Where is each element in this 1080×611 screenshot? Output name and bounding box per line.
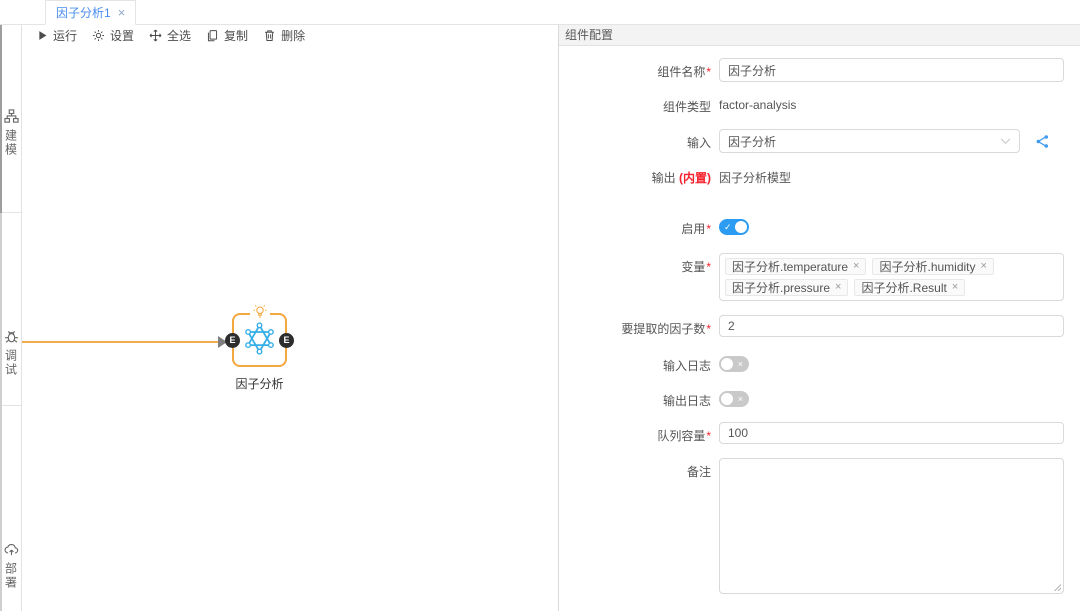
- variables-multiselect[interactable]: 因子分析.temperature × 因子分析.humidity × 因子分析.…: [719, 253, 1064, 301]
- move-icon: [149, 29, 162, 42]
- cloud-upload-icon: [4, 542, 19, 557]
- field-row-output: 输出 (内置) 因子分析模型: [559, 169, 1080, 186]
- copy-button[interactable]: 复制: [206, 27, 248, 44]
- app-window: 因子分析1 × 建模: [0, 0, 1080, 611]
- remove-tag-icon[interactable]: ×: [952, 282, 958, 293]
- variable-tag: 因子分析.humidity ×: [872, 258, 993, 275]
- cross-icon: ×: [738, 356, 743, 372]
- play-icon: [37, 30, 48, 41]
- sidebar-item-label: 调试: [3, 349, 20, 377]
- field-row-component-name: 组件名称*: [559, 58, 1080, 82]
- remove-tag-icon[interactable]: ×: [835, 282, 841, 293]
- variable-tag: 因子分析.temperature ×: [725, 258, 866, 275]
- output-port[interactable]: E: [279, 333, 294, 348]
- delete-button[interactable]: 删除: [263, 27, 305, 44]
- queue-capacity-input[interactable]: [719, 422, 1064, 444]
- chevron-down-icon: [1000, 138, 1011, 145]
- sidebar-item-label: 部署: [3, 562, 20, 590]
- remark-textarea[interactable]: [719, 458, 1064, 594]
- input-select-value: 因子分析: [728, 133, 776, 150]
- settings-button[interactable]: 设置: [92, 27, 134, 44]
- variable-tag: 因子分析.Result ×: [854, 279, 965, 296]
- sidebar-item-modeling[interactable]: 建模: [1, 109, 21, 157]
- field-row-enabled: 启用* ✓: [559, 217, 1080, 237]
- input-port[interactable]: E: [225, 333, 240, 348]
- component-type-value: factor-analysis: [719, 98, 796, 112]
- select-all-button[interactable]: 全选: [149, 27, 191, 44]
- tab-bar: 因子分析1 ×: [0, 0, 1080, 25]
- hexagram-network-icon: [242, 321, 277, 359]
- left-sidebar: 建模 调试 部署: [0, 25, 22, 611]
- canvas-toolbar: 运行 设置: [22, 25, 558, 46]
- sidebar-item-label: 建模: [3, 129, 20, 157]
- factor-count-input[interactable]: [719, 315, 1064, 337]
- field-row-component-type: 组件类型 factor-analysis: [559, 98, 1080, 115]
- node-label: 因子分析: [235, 375, 283, 392]
- tab-label: 因子分析1: [56, 4, 111, 21]
- copy-icon: [206, 29, 219, 42]
- share-icon[interactable]: [1035, 134, 1050, 149]
- field-row-output-log: 输出日志 ×: [559, 389, 1080, 409]
- field-row-factor-count: 要提取的因子数*: [559, 315, 1080, 337]
- field-row-input: 输入 因子分析: [559, 129, 1080, 153]
- input-log-toggle[interactable]: ×: [719, 356, 749, 372]
- flow-canvas[interactable]: E E 因子分析: [22, 46, 558, 611]
- field-row-input-log: 输入日志 ×: [559, 354, 1080, 374]
- lightbulb-icon: [250, 304, 270, 320]
- output-log-toggle[interactable]: ×: [719, 391, 749, 407]
- factor-analysis-node[interactable]: E E 因子分析: [232, 313, 287, 367]
- variable-tag: 因子分析.pressure ×: [725, 279, 848, 296]
- run-button[interactable]: 运行: [37, 27, 77, 44]
- output-value: 因子分析模型: [719, 169, 791, 186]
- input-select[interactable]: 因子分析: [719, 129, 1020, 153]
- component-name-input[interactable]: [719, 58, 1064, 82]
- sitemap-icon: [4, 109, 19, 124]
- bug-icon: [4, 329, 19, 344]
- flow-connection-line[interactable]: [22, 341, 219, 343]
- component-config-panel: 组件配置 组件名称* 组件类型 factor-analysis 输入: [558, 25, 1080, 611]
- sidebar-divider: [2, 405, 21, 406]
- field-row-variables: 变量* 因子分析.temperature × 因子分析.humidity ×: [559, 253, 1080, 301]
- gear-icon: [92, 29, 105, 42]
- remove-tag-icon[interactable]: ×: [853, 261, 859, 272]
- check-icon: ✓: [724, 219, 732, 235]
- tab-factor-analysis-1[interactable]: 因子分析1 ×: [45, 0, 136, 25]
- sidebar-item-debug[interactable]: 调试: [1, 329, 21, 377]
- cross-icon: ×: [738, 391, 743, 407]
- enabled-toggle[interactable]: ✓: [719, 219, 749, 235]
- remove-tag-icon[interactable]: ×: [981, 261, 987, 272]
- sidebar-item-deploy[interactable]: 部署: [1, 542, 21, 590]
- close-icon[interactable]: ×: [118, 6, 126, 19]
- field-row-queue-capacity: 队列容量*: [559, 422, 1080, 444]
- field-row-remark: 备注: [559, 458, 1080, 594]
- trash-icon: [263, 29, 276, 42]
- panel-title: 组件配置: [559, 25, 1080, 46]
- sidebar-divider: [2, 212, 21, 213]
